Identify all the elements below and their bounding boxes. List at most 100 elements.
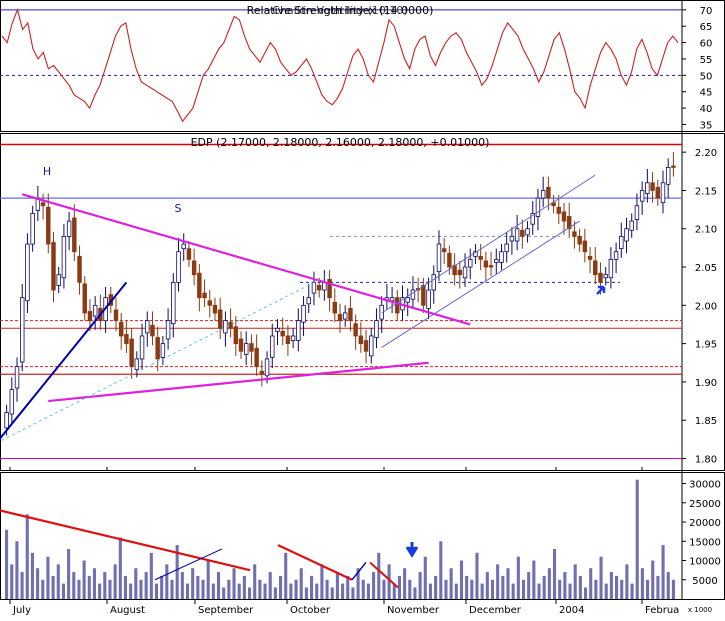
volume-bar <box>206 560 210 599</box>
volume-bar <box>72 572 76 599</box>
volume-bar <box>160 575 164 599</box>
candle-body <box>129 338 134 368</box>
volume-bar <box>253 564 257 599</box>
volume-bar <box>480 583 484 599</box>
candle-body <box>363 340 369 352</box>
volume-bar <box>201 579 205 599</box>
volume-bar <box>635 479 639 599</box>
candle-body <box>202 292 207 299</box>
volume-tick-label: 30000 <box>689 480 721 491</box>
volume-bar <box>351 587 355 599</box>
volume-bar <box>294 579 298 599</box>
volume-bar <box>330 587 334 599</box>
annotation-s: S <box>175 202 182 215</box>
candle-body <box>671 165 676 168</box>
candle-body <box>650 182 655 191</box>
volume-bar <box>98 583 102 599</box>
volume-bar <box>496 564 500 599</box>
candle-body <box>290 335 296 341</box>
candle-body <box>577 235 582 245</box>
candle-body <box>191 260 197 276</box>
volume-bar <box>475 552 479 599</box>
candle-body <box>87 311 93 322</box>
candle-body <box>306 297 311 305</box>
candle-body <box>285 335 291 345</box>
candle-body <box>197 272 202 299</box>
indicator-tick-label: 70 <box>700 6 713 17</box>
volume-bar <box>87 575 91 599</box>
volume-bar <box>428 583 433 599</box>
volume-bar <box>397 575 401 599</box>
volume-bar <box>46 556 50 599</box>
volume-bar <box>284 552 288 599</box>
candle-body <box>66 220 72 237</box>
candle-body <box>421 285 426 306</box>
candle-body <box>264 358 270 377</box>
volume-bar <box>36 568 40 599</box>
candle-body <box>660 182 666 204</box>
candle-body <box>311 281 317 294</box>
volume-bar <box>620 579 624 599</box>
indicator-tick-label: 35 <box>700 120 713 131</box>
volume-bar <box>578 575 582 599</box>
candle-body <box>353 323 358 337</box>
price-tick-label: 1.90 <box>695 378 717 389</box>
candle-body <box>77 255 82 283</box>
volume-bar <box>335 572 339 599</box>
price-tick-label: 2.05 <box>695 263 717 274</box>
candle-body <box>369 335 374 357</box>
volume-bar <box>103 572 107 599</box>
candle-body <box>441 248 447 253</box>
x-tick-label: July <box>12 605 31 616</box>
candle-body <box>468 258 473 268</box>
candle-body <box>619 235 624 250</box>
volume-bar <box>615 575 619 599</box>
candle-body <box>327 278 332 299</box>
candle-body <box>348 307 353 322</box>
candle-body <box>540 190 546 199</box>
candle-body <box>358 335 364 345</box>
volume-bar <box>532 560 536 599</box>
volume-bar <box>180 572 184 599</box>
price-tick-label: 1.85 <box>695 416 717 427</box>
volume-bar <box>651 560 655 599</box>
candle-body <box>254 347 259 368</box>
candle-body <box>186 248 192 260</box>
volume-bar <box>258 579 262 599</box>
volume-bar <box>361 579 365 599</box>
indicator-tick-label: 65 <box>700 22 713 33</box>
candle-body <box>337 314 343 322</box>
volume-bar <box>154 583 159 599</box>
volume-bar <box>134 568 138 599</box>
candle-body <box>332 301 338 314</box>
volume-bar <box>454 583 458 599</box>
x-tick-label: September <box>198 605 254 616</box>
x-tick-label: December <box>469 605 522 616</box>
candle-body <box>494 258 499 263</box>
candle-body <box>478 255 483 260</box>
candle-body <box>598 272 603 283</box>
candle-body <box>504 243 509 253</box>
volume-bar <box>604 583 608 599</box>
volume-bar <box>216 572 221 599</box>
candle-body <box>92 304 98 317</box>
candle-body <box>593 260 598 276</box>
volume-bar <box>315 583 319 599</box>
volume-bar <box>542 575 546 599</box>
candle-body <box>4 412 9 429</box>
volume-bar <box>15 541 19 599</box>
candle-body <box>61 235 67 279</box>
candle-body <box>301 304 306 323</box>
volume-bar <box>547 568 551 599</box>
candle-body <box>181 243 186 250</box>
candle-body <box>259 370 265 375</box>
volume-bar <box>51 575 55 599</box>
volume-bar <box>5 529 9 599</box>
volume-bar <box>444 579 448 599</box>
volume-bar <box>247 587 252 599</box>
volume-bar <box>558 579 562 599</box>
volume-bar <box>527 572 531 599</box>
candle-body <box>436 243 442 273</box>
volume-bar <box>511 583 515 599</box>
candle-body <box>124 334 129 345</box>
